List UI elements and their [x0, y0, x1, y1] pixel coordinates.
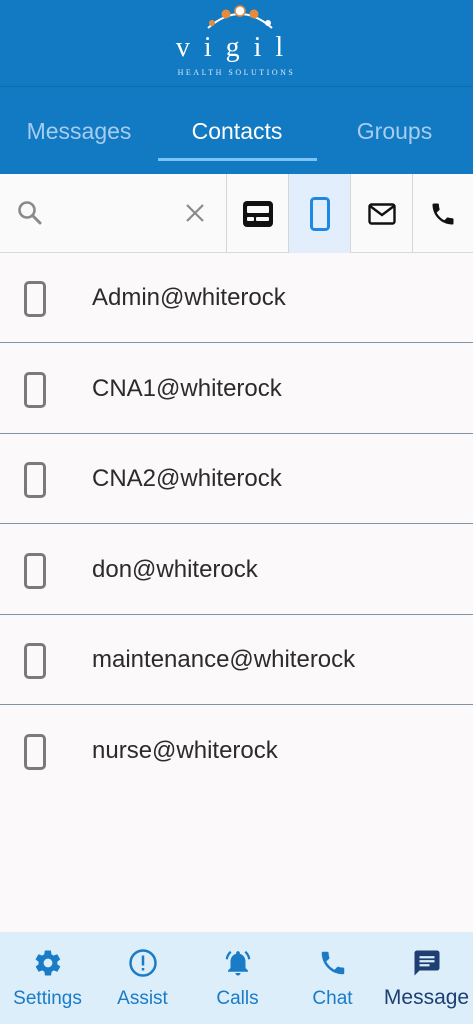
- filter-phone-button[interactable]: [412, 174, 473, 253]
- contact-row[interactable]: Admin@whiterock: [0, 253, 473, 343]
- mobile-phone-icon: [24, 462, 46, 498]
- filter-email-button[interactable]: [350, 174, 412, 253]
- bell-icon: [225, 950, 250, 976]
- filter-pager-button[interactable]: [226, 174, 288, 253]
- nav-label: Calls: [216, 988, 259, 1009]
- nav-label: Assist: [117, 988, 168, 1009]
- pager-icon: [242, 200, 273, 227]
- logo-wordmark: vigil: [175, 32, 298, 63]
- contact-row[interactable]: don@whiterock: [0, 525, 473, 615]
- mobile-phone-icon: [24, 281, 46, 317]
- app-header: vigil HEALTH SOLUTIONS: [0, 0, 473, 86]
- contact-name: maintenance@whiterock: [92, 646, 356, 673]
- alert-circle-icon: [128, 949, 157, 977]
- nav-settings[interactable]: Settings: [0, 932, 95, 1024]
- nav-assist[interactable]: Assist: [95, 932, 190, 1024]
- message-icon: [414, 950, 439, 976]
- search-icon: [18, 201, 42, 225]
- mobile-phone-icon: [24, 553, 46, 589]
- nav-label: Chat: [312, 988, 353, 1009]
- tab-contacts[interactable]: Contacts: [158, 87, 316, 175]
- phone-icon: [321, 951, 344, 975]
- app-root: vigil HEALTH SOLUTIONS Messages Contacts…: [0, 0, 473, 1024]
- active-tab-indicator: [158, 158, 317, 161]
- gear-icon: [35, 950, 60, 976]
- logo-tagline: HEALTH SOLUTIONS: [177, 68, 296, 77]
- contact-row[interactable]: maintenance@whiterock: [0, 615, 473, 705]
- mobile-phone-icon: [309, 196, 330, 231]
- logo-arc-icon: [207, 5, 273, 29]
- email-icon: [367, 202, 396, 225]
- mobile-phone-icon: [24, 372, 46, 408]
- nav-chat[interactable]: Chat: [285, 932, 380, 1024]
- nav-label: Settings: [13, 988, 82, 1009]
- filter-mobile-button[interactable]: [288, 174, 350, 253]
- contact-name: Admin@whiterock: [92, 284, 286, 311]
- contact-name: don@whiterock: [92, 556, 258, 583]
- vigil-logo: vigil HEALTH SOLUTIONS: [0, 0, 473, 86]
- phone-icon: [432, 203, 454, 224]
- bottom-navigation: Settings Assist Calls Chat Message: [0, 932, 473, 1024]
- nav-calls[interactable]: Calls: [190, 932, 285, 1024]
- mobile-phone-icon: [24, 643, 46, 679]
- clear-search-icon[interactable]: [183, 201, 207, 225]
- nav-label: Message: [383, 986, 470, 1009]
- contact-row[interactable]: CNA1@whiterock: [0, 344, 473, 434]
- contact-name: nurse@whiterock: [92, 737, 278, 764]
- contact-name: CNA1@whiterock: [92, 375, 282, 402]
- tab-groups[interactable]: Groups: [316, 87, 473, 175]
- top-tabs: Messages Contacts Groups: [0, 86, 473, 174]
- nav-message[interactable]: Message: [380, 932, 473, 1024]
- search-input[interactable]: [54, 193, 174, 233]
- contact-row[interactable]: CNA2@whiterock: [0, 434, 473, 524]
- mobile-phone-icon: [24, 734, 46, 770]
- contact-name: CNA2@whiterock: [92, 465, 282, 492]
- tab-messages[interactable]: Messages: [0, 87, 158, 175]
- contact-row[interactable]: nurse@whiterock: [0, 706, 473, 796]
